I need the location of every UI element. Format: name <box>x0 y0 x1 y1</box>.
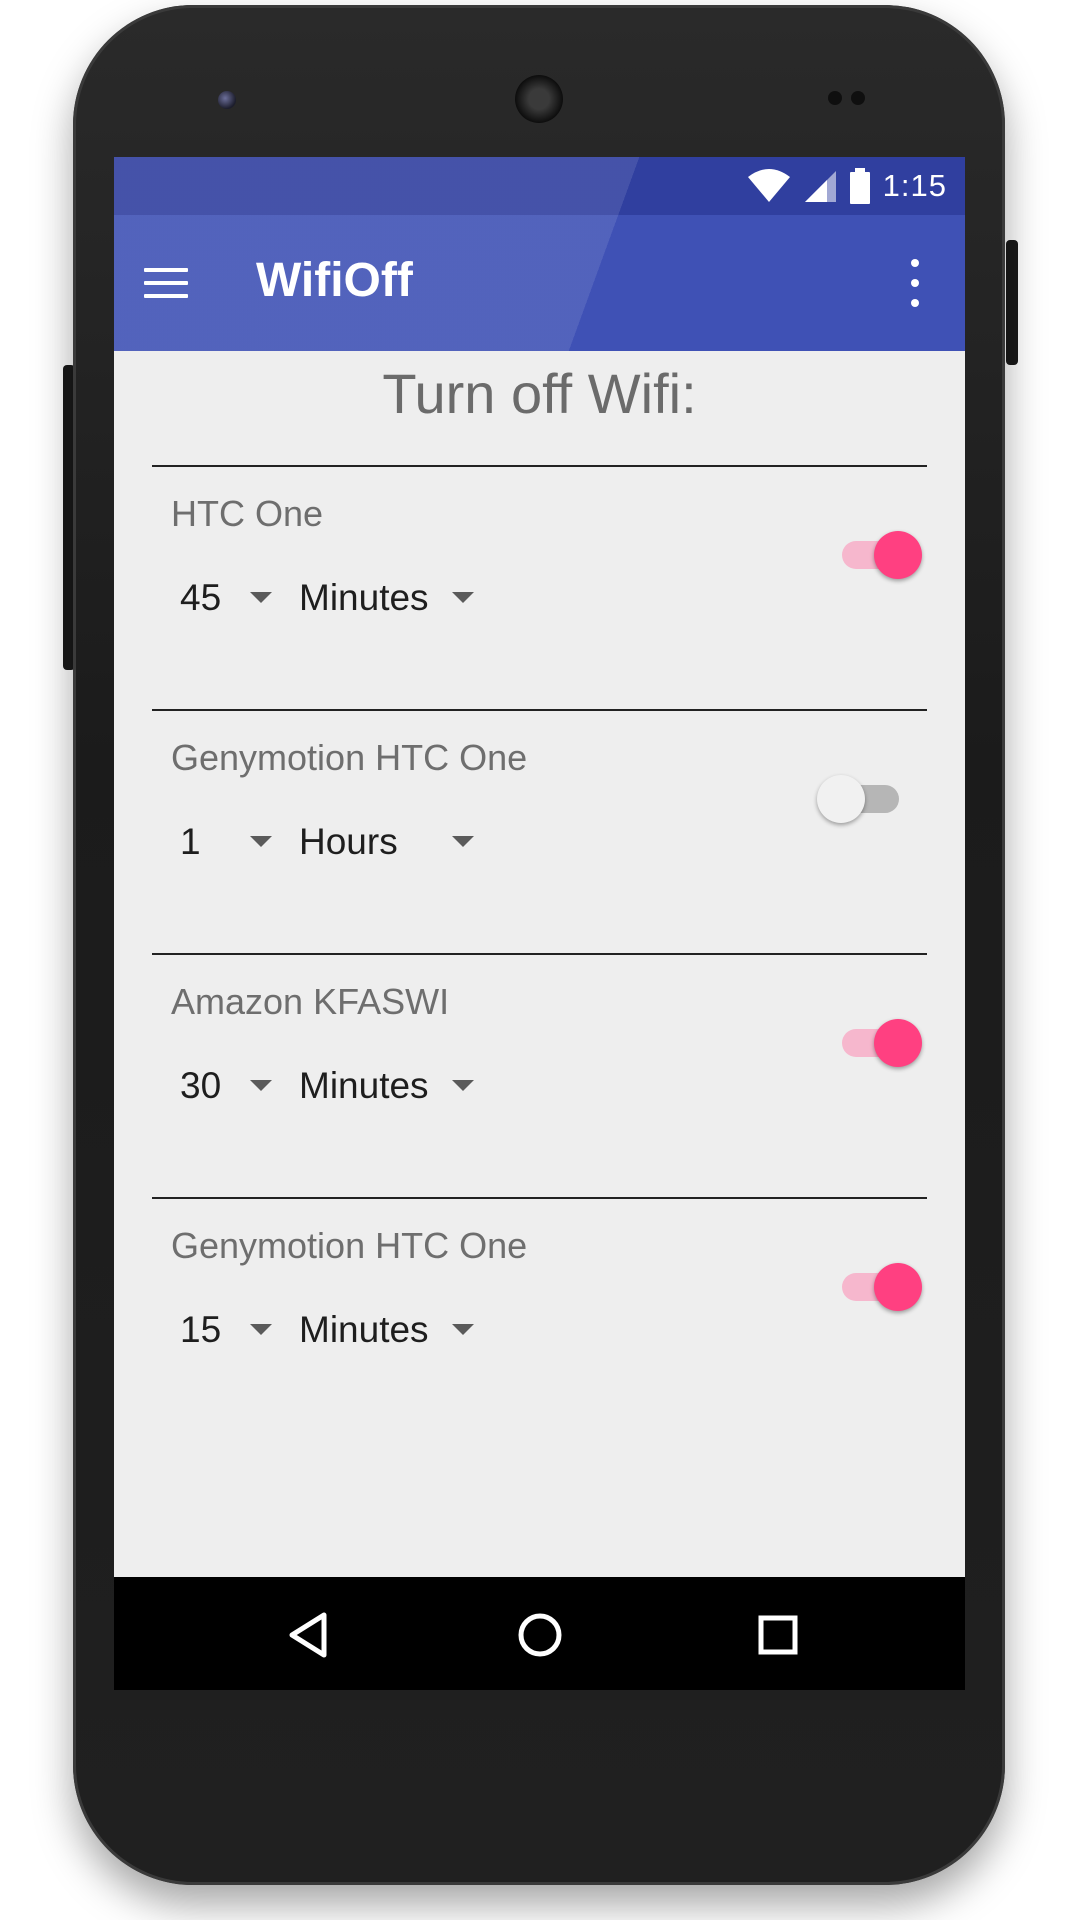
amount-value: 15 <box>180 1309 222 1350</box>
more-vert-icon[interactable] <box>905 259 925 307</box>
device-name: Amazon KFASWI <box>171 981 450 1022</box>
unit-spinner[interactable]: Minutes <box>299 1305 499 1355</box>
unit-spinner[interactable]: Minutes <box>299 1061 499 1111</box>
device-row: Genymotion HTC One 15 Minutes <box>152 1197 927 1443</box>
dropdown-arrow-icon <box>250 1324 272 1335</box>
back-icon[interactable] <box>280 1607 336 1663</box>
enable-switch[interactable] <box>836 525 922 581</box>
signal-icon <box>804 171 836 202</box>
page-heading: Turn off Wifi: <box>382 362 697 425</box>
amount-value: 45 <box>180 577 222 618</box>
front-camera <box>218 91 236 109</box>
hamburger-menu-icon[interactable] <box>144 259 204 307</box>
proximity-sensor <box>828 91 842 105</box>
unit-spinner[interactable]: Minutes <box>299 573 499 623</box>
status-clock: 1:15 <box>882 168 947 203</box>
navigation-bar <box>114 1577 965 1690</box>
phone-screen: 1:15 WifiOff Turn off Wifi: HTC One 45 M… <box>114 157 965 1690</box>
device-row: Amazon KFASWI 30 Minutes <box>152 953 927 1199</box>
light-sensor <box>851 91 865 105</box>
unit-value: Minutes <box>299 1309 429 1350</box>
unit-value: Minutes <box>299 577 429 618</box>
status-icons: 1:15 <box>747 165 947 207</box>
amount-value: 1 <box>180 821 201 862</box>
unit-spinner[interactable]: Hours <box>299 817 499 867</box>
device-name: Genymotion HTC One <box>171 1225 528 1266</box>
device-name: HTC One <box>171 493 324 534</box>
switch-thumb <box>817 775 865 823</box>
status-bar: 1:15 <box>114 157 965 215</box>
recents-icon[interactable] <box>750 1607 806 1663</box>
app-toolbar: WifiOff <box>114 215 965 351</box>
dropdown-arrow-icon <box>452 1324 474 1335</box>
dropdown-arrow-icon <box>250 592 272 603</box>
device-frame-scene: 1:15 WifiOff Turn off Wifi: HTC One 45 M… <box>0 0 1080 1920</box>
amount-value: 30 <box>180 1065 222 1106</box>
enable-switch[interactable] <box>836 1013 922 1069</box>
dropdown-arrow-icon <box>250 1080 272 1091</box>
unit-value: Minutes <box>299 1065 429 1106</box>
amount-spinner[interactable]: 45 <box>180 573 280 623</box>
unit-value: Hours <box>299 821 398 862</box>
enable-switch[interactable] <box>836 1257 922 1313</box>
device-name: Genymotion HTC One <box>171 737 528 778</box>
switch-thumb <box>874 1019 922 1067</box>
dropdown-arrow-icon <box>452 1080 474 1091</box>
switch-thumb <box>874 1263 922 1311</box>
volume-button <box>1006 240 1018 365</box>
enable-switch[interactable] <box>817 769 909 825</box>
earpiece-speaker <box>515 75 563 123</box>
dropdown-arrow-icon <box>452 836 474 847</box>
switch-thumb <box>874 531 922 579</box>
amount-spinner[interactable]: 15 <box>180 1305 280 1355</box>
device-row: HTC One 45 Minutes <box>152 465 927 711</box>
amount-spinner[interactable]: 1 <box>180 817 280 867</box>
battery-icon <box>849 168 870 204</box>
device-row: Genymotion HTC One 1 Hours <box>152 709 927 955</box>
app-title: WifiOff <box>256 254 413 307</box>
amount-spinner[interactable]: 30 <box>180 1061 280 1111</box>
dropdown-arrow-icon <box>250 836 272 847</box>
wifi-icon <box>747 169 790 202</box>
home-icon[interactable] <box>512 1607 568 1663</box>
dropdown-arrow-icon <box>452 592 474 603</box>
